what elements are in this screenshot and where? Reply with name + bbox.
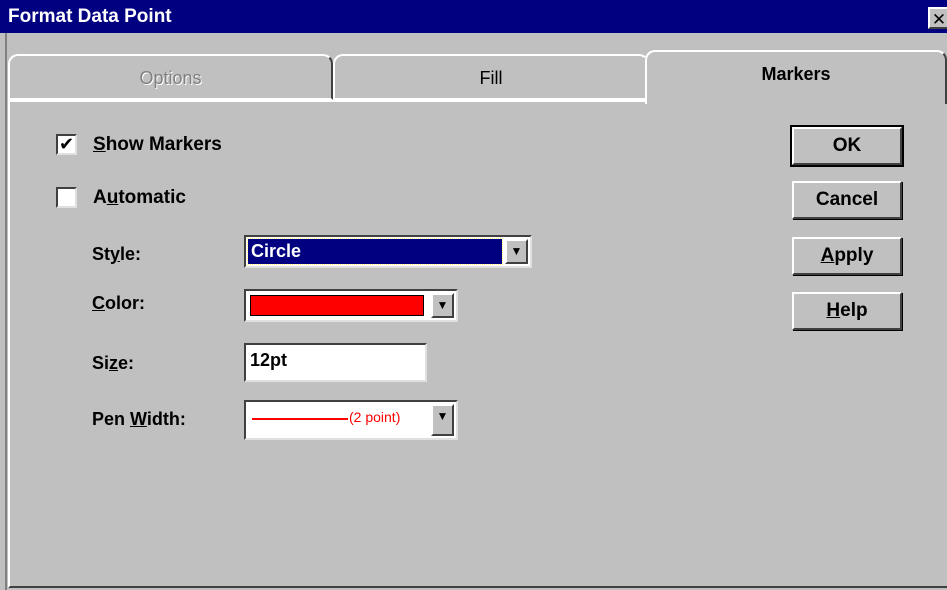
dialog-title: Format Data Point [8,6,172,27]
tab-fill-label: Fill [479,68,503,88]
tab-markers[interactable]: Markers [645,50,947,104]
tab-markers-label: Markers [761,64,831,84]
markers-panel [8,100,947,588]
close-icon: ✕ [931,10,947,29]
title-bar[interactable]: Format Data Point ✕ [0,0,947,33]
window-left-edge [0,33,7,590]
tab-options-label: Options [139,68,202,88]
tab-fill[interactable]: Fill [333,54,649,100]
tab-options[interactable]: Options [8,54,333,100]
format-data-point-dialog: Format Data Point ✕ Options Fill Markers… [0,0,947,590]
tab-strip: Options Fill Markers [8,50,947,104]
close-button[interactable]: ✕ [928,7,947,29]
